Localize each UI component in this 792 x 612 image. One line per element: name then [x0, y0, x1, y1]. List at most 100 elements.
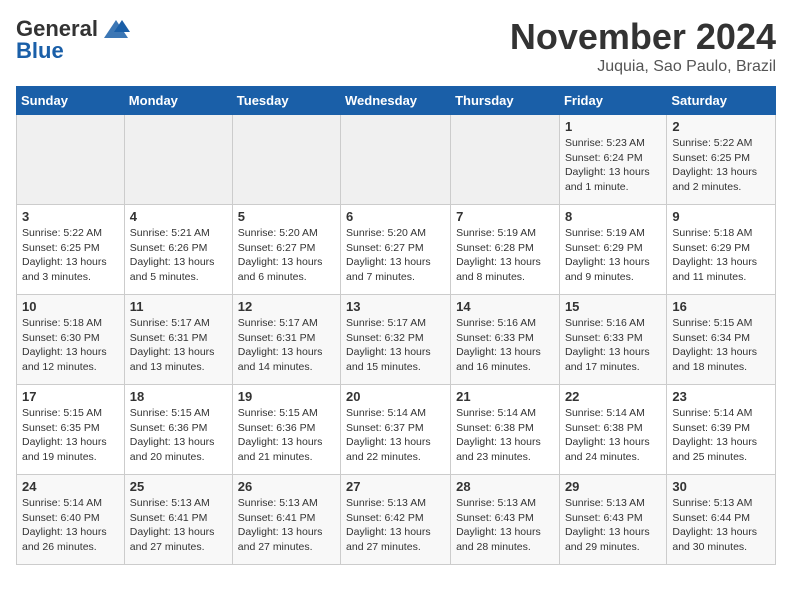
day-info: Sunrise: 5:18 AM Sunset: 6:29 PM Dayligh… [672, 226, 770, 285]
calendar-cell: 16 Sunrise: 5:15 AM Sunset: 6:34 PM Dayli… [667, 295, 776, 385]
day-number: 6 [346, 209, 445, 224]
day-info: Sunrise: 5:13 AM Sunset: 6:44 PM Dayligh… [672, 496, 770, 555]
day-info: Sunrise: 5:21 AM Sunset: 6:26 PM Dayligh… [130, 226, 227, 285]
logo: General Blue [16, 16, 130, 64]
column-header-monday: Monday [124, 87, 232, 115]
day-info: Sunrise: 5:13 AM Sunset: 6:43 PM Dayligh… [456, 496, 554, 555]
calendar-table: SundayMondayTuesdayWednesdayThursdayFrid… [16, 86, 776, 565]
day-info: Sunrise: 5:17 AM Sunset: 6:31 PM Dayligh… [130, 316, 227, 375]
day-info: Sunrise: 5:22 AM Sunset: 6:25 PM Dayligh… [22, 226, 119, 285]
day-info: Sunrise: 5:16 AM Sunset: 6:33 PM Dayligh… [456, 316, 554, 375]
day-number: 3 [22, 209, 119, 224]
calendar-cell [124, 115, 232, 205]
calendar-cell: 7Sunrise: 5:19 AM Sunset: 6:28 PM Daylig… [451, 205, 560, 295]
day-number: 15 [565, 299, 661, 314]
calendar-header-row: SundayMondayTuesdayWednesdayThursdayFrid… [17, 87, 776, 115]
column-header-wednesday: Wednesday [341, 87, 451, 115]
calendar-cell: 22Sunrise: 5:14 AM Sunset: 6:38 PM Dayli… [559, 385, 666, 475]
day-info: Sunrise: 5:13 AM Sunset: 6:42 PM Dayligh… [346, 496, 445, 555]
day-number: 13 [346, 299, 445, 314]
day-number: 24 [22, 479, 119, 494]
calendar-cell: 1 Sunrise: 5:23 AM Sunset: 6:24 PM Daylig… [559, 115, 666, 205]
day-number: 16 [672, 299, 770, 314]
column-header-tuesday: Tuesday [232, 87, 340, 115]
day-number: 8 [565, 209, 661, 224]
calendar-cell: 9 Sunrise: 5:18 AM Sunset: 6:29 PM Daylig… [667, 205, 776, 295]
day-info: Sunrise: 5:13 AM Sunset: 6:41 PM Dayligh… [238, 496, 335, 555]
day-info: Sunrise: 5:17 AM Sunset: 6:31 PM Dayligh… [238, 316, 335, 375]
calendar-cell: 18Sunrise: 5:15 AM Sunset: 6:36 PM Dayli… [124, 385, 232, 475]
day-number: 26 [238, 479, 335, 494]
calendar-cell: 14 Sunrise: 5:16 AM Sunset: 6:33 PM Dayli… [451, 295, 560, 385]
calendar-cell: 2 Sunrise: 5:22 AM Sunset: 6:25 PM Daylig… [667, 115, 776, 205]
day-number: 12 [238, 299, 335, 314]
calendar-cell: 26 Sunrise: 5:13 AM Sunset: 6:41 PM Dayli… [232, 475, 340, 565]
calendar-cell: 27 Sunrise: 5:13 AM Sunset: 6:42 PM Dayli… [341, 475, 451, 565]
calendar-cell [232, 115, 340, 205]
day-info: Sunrise: 5:13 AM Sunset: 6:41 PM Dayligh… [130, 496, 227, 555]
calendar-cell: 4 Sunrise: 5:21 AM Sunset: 6:26 PM Daylig… [124, 205, 232, 295]
day-number: 9 [672, 209, 770, 224]
calendar-cell: 15 Sunrise: 5:16 AM Sunset: 6:33 PM Dayli… [559, 295, 666, 385]
calendar-cell: 29 Sunrise: 5:13 AM Sunset: 6:43 PM Dayli… [559, 475, 666, 565]
calendar-cell: 3 Sunrise: 5:22 AM Sunset: 6:25 PM Daylig… [17, 205, 125, 295]
day-number: 17 [22, 389, 119, 404]
column-header-saturday: Saturday [667, 87, 776, 115]
day-number: 27 [346, 479, 445, 494]
day-number: 29 [565, 479, 661, 494]
calendar-cell: 19 Sunrise: 5:15 AM Sunset: 6:36 PM Dayli… [232, 385, 340, 475]
day-number: 11 [130, 299, 227, 314]
day-number: 5 [238, 209, 335, 224]
calendar-cell: 30 Sunrise: 5:13 AM Sunset: 6:44 PM Dayli… [667, 475, 776, 565]
calendar-cell [17, 115, 125, 205]
calendar-week-3: 10 Sunrise: 5:18 AM Sunset: 6:30 PM Dayli… [17, 295, 776, 385]
calendar-cell: 23 Sunrise: 5:14 AM Sunset: 6:39 PM Dayli… [667, 385, 776, 475]
day-info: Sunrise: 5:14 AM Sunset: 6:38 PM Dayligh… [565, 406, 661, 465]
day-info: Sunrise: 5:14 AM Sunset: 6:39 PM Dayligh… [672, 406, 770, 465]
calendar-cell [451, 115, 560, 205]
calendar-cell: 13Sunrise: 5:17 AM Sunset: 6:32 PM Dayli… [341, 295, 451, 385]
day-number: 10 [22, 299, 119, 314]
day-number: 23 [672, 389, 770, 404]
day-info: Sunrise: 5:15 AM Sunset: 6:35 PM Dayligh… [22, 406, 119, 465]
calendar-cell: 17 Sunrise: 5:15 AM Sunset: 6:35 PM Dayli… [17, 385, 125, 475]
day-number: 28 [456, 479, 554, 494]
day-info: Sunrise: 5:15 AM Sunset: 6:34 PM Dayligh… [672, 316, 770, 375]
day-number: 7 [456, 209, 554, 224]
day-number: 1 [565, 119, 661, 134]
day-info: Sunrise: 5:15 AM Sunset: 6:36 PM Dayligh… [238, 406, 335, 465]
calendar-week-5: 24Sunrise: 5:14 AM Sunset: 6:40 PM Dayli… [17, 475, 776, 565]
calendar-cell: 25 Sunrise: 5:13 AM Sunset: 6:41 PM Dayli… [124, 475, 232, 565]
column-header-friday: Friday [559, 87, 666, 115]
calendar-cell [341, 115, 451, 205]
day-info: Sunrise: 5:16 AM Sunset: 6:33 PM Dayligh… [565, 316, 661, 375]
day-info: Sunrise: 5:14 AM Sunset: 6:37 PM Dayligh… [346, 406, 445, 465]
day-number: 21 [456, 389, 554, 404]
day-info: Sunrise: 5:19 AM Sunset: 6:29 PM Dayligh… [565, 226, 661, 285]
logo-icon [102, 18, 130, 40]
month-title: November 2024 [510, 16, 776, 58]
column-header-sunday: Sunday [17, 87, 125, 115]
calendar-week-4: 17 Sunrise: 5:15 AM Sunset: 6:35 PM Dayli… [17, 385, 776, 475]
logo-blue-text: Blue [16, 38, 64, 64]
calendar-cell: 11 Sunrise: 5:17 AM Sunset: 6:31 PM Dayli… [124, 295, 232, 385]
calendar-cell: 8 Sunrise: 5:19 AM Sunset: 6:29 PM Daylig… [559, 205, 666, 295]
calendar-cell: 28 Sunrise: 5:13 AM Sunset: 6:43 PM Dayli… [451, 475, 560, 565]
page-header: General Blue November 2024 Juquia, Sao P… [16, 16, 776, 76]
day-number: 2 [672, 119, 770, 134]
day-number: 4 [130, 209, 227, 224]
title-block: November 2024 Juquia, Sao Paulo, Brazil [510, 16, 776, 76]
day-number: 25 [130, 479, 227, 494]
day-number: 14 [456, 299, 554, 314]
calendar-cell: 21Sunrise: 5:14 AM Sunset: 6:38 PM Dayli… [451, 385, 560, 475]
day-number: 30 [672, 479, 770, 494]
day-info: Sunrise: 5:13 AM Sunset: 6:43 PM Dayligh… [565, 496, 661, 555]
day-info: Sunrise: 5:18 AM Sunset: 6:30 PM Dayligh… [22, 316, 119, 375]
day-number: 19 [238, 389, 335, 404]
calendar-cell: 6Sunrise: 5:20 AM Sunset: 6:27 PM Daylig… [341, 205, 451, 295]
day-info: Sunrise: 5:22 AM Sunset: 6:25 PM Dayligh… [672, 136, 770, 195]
calendar-cell: 24Sunrise: 5:14 AM Sunset: 6:40 PM Dayli… [17, 475, 125, 565]
location-text: Juquia, Sao Paulo, Brazil [510, 58, 776, 76]
day-info: Sunrise: 5:23 AM Sunset: 6:24 PM Dayligh… [565, 136, 661, 195]
calendar-cell: 20Sunrise: 5:14 AM Sunset: 6:37 PM Dayli… [341, 385, 451, 475]
